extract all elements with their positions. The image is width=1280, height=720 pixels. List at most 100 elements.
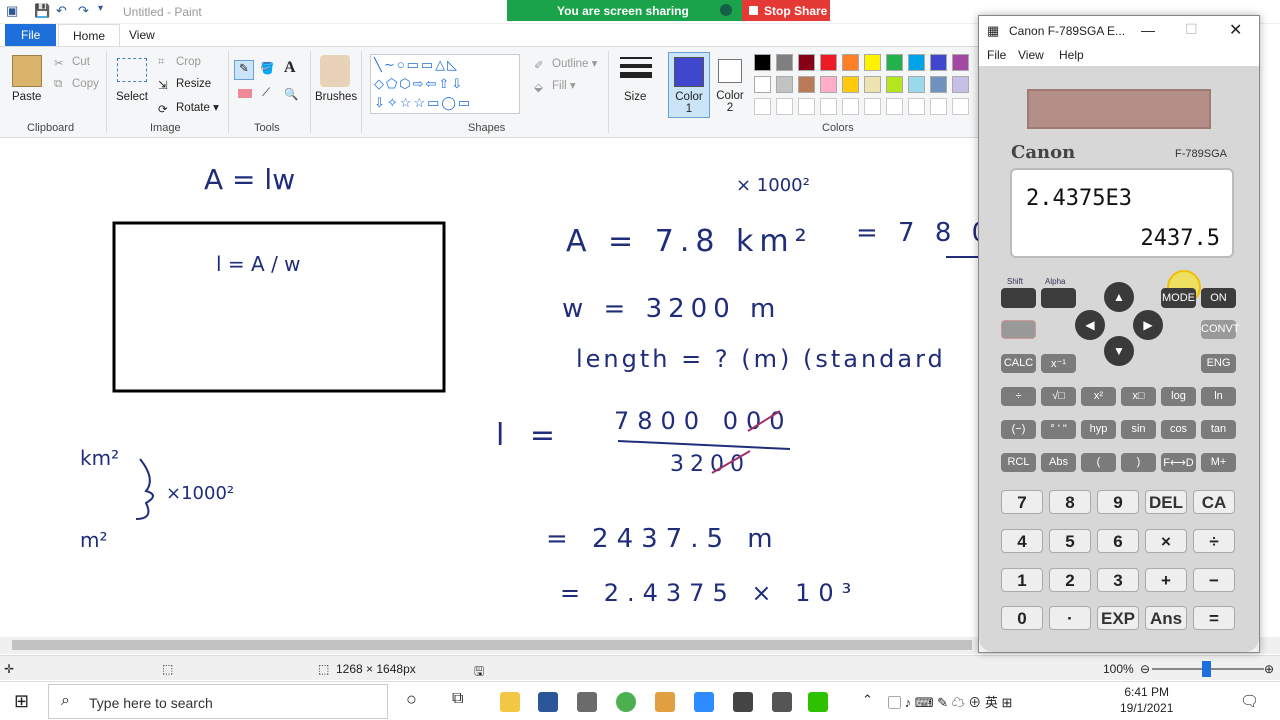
tab-view[interactable]: View: [115, 24, 169, 46]
text-tool-icon[interactable]: A: [284, 59, 296, 77]
function-key[interactable]: sin: [1121, 420, 1156, 439]
function-key[interactable]: log: [1161, 387, 1196, 406]
pencil-icon[interactable]: ✎: [234, 60, 254, 80]
brushes-icon[interactable]: [320, 55, 350, 87]
calc-menu-file[interactable]: File: [987, 48, 1006, 62]
brushes-button[interactable]: Brushes: [315, 91, 357, 103]
taskbar-search[interactable]: ⌕ Type here to search: [48, 684, 388, 719]
paste-button[interactable]: Paste: [12, 91, 41, 103]
cortana-icon[interactable]: ○: [406, 689, 417, 710]
recorder-icon[interactable]: [772, 692, 792, 712]
eraser-icon[interactable]: [238, 89, 252, 98]
select-button[interactable]: Select: [116, 91, 148, 103]
notification-icon[interactable]: 🗨: [1240, 692, 1259, 710]
color-swatch[interactable]: [908, 76, 925, 93]
memory-key[interactable]: (: [1081, 453, 1116, 472]
convt-key[interactable]: CONVT: [1201, 320, 1240, 339]
color-swatch[interactable]: [886, 76, 903, 93]
keypad-key[interactable]: 1: [1001, 568, 1043, 592]
color-swatch[interactable]: [952, 54, 969, 71]
custom-color-swatch[interactable]: [754, 98, 771, 115]
function-key[interactable]: ÷: [1001, 387, 1036, 406]
memory-key[interactable]: Abs: [1041, 453, 1076, 472]
rotate-button[interactable]: ⟳ Rotate ▾: [158, 100, 219, 116]
keypad-key[interactable]: 8: [1049, 490, 1091, 514]
color-swatch[interactable]: [842, 76, 859, 93]
color1-button[interactable]: Color 1: [668, 52, 710, 118]
function-key[interactable]: √□: [1041, 387, 1076, 406]
tray-icons[interactable]: ▢ ♪ ⌨ ✎ ☁ ⊕ 英 ⊞: [888, 692, 1012, 711]
app-icon[interactable]: [577, 692, 597, 712]
keypad-key[interactable]: 6: [1097, 529, 1139, 553]
scrollbar-thumb[interactable]: [12, 640, 972, 650]
on-key[interactable]: ON: [1201, 288, 1236, 308]
function-key[interactable]: hyp: [1081, 420, 1116, 439]
custom-color-swatch[interactable]: [798, 98, 815, 115]
color-swatch[interactable]: [798, 54, 815, 71]
up-arrow-icon[interactable]: ▲: [1104, 282, 1134, 312]
size-button[interactable]: Size: [624, 91, 646, 103]
right-arrow-icon[interactable]: ▶: [1133, 310, 1163, 340]
word-icon[interactable]: [538, 692, 558, 712]
close-icon[interactable]: ✕: [1229, 20, 1242, 40]
color-swatch[interactable]: [952, 76, 969, 93]
redo-icon[interactable]: ↷: [78, 3, 89, 19]
color-swatch[interactable]: [776, 54, 793, 71]
customize-dropdown-icon[interactable]: ▾: [98, 3, 103, 14]
keypad-key[interactable]: ·: [1049, 606, 1091, 630]
chevron-up-icon[interactable]: ⌃: [862, 692, 873, 708]
zoom-icon[interactable]: [694, 692, 714, 712]
memory-key[interactable]: F⟷D: [1161, 453, 1196, 472]
function-key[interactable]: x□: [1121, 387, 1156, 406]
keypad-key[interactable]: DEL: [1145, 490, 1187, 514]
tab-home[interactable]: Home: [58, 24, 121, 46]
keypad-key[interactable]: 2: [1049, 568, 1091, 592]
tab-file[interactable]: File: [5, 24, 57, 46]
color-swatch[interactable]: [908, 54, 925, 71]
custom-color-swatch[interactable]: [776, 98, 793, 115]
custom-color-swatch[interactable]: [930, 98, 947, 115]
custom-color-swatch[interactable]: [842, 98, 859, 115]
down-arrow-icon[interactable]: ▼: [1104, 336, 1134, 366]
color2-button[interactable]: Color 2: [714, 52, 746, 118]
paint-canvas[interactable]: A = lw l = A / w × 1000² A = 7.8 km² = 7…: [0, 139, 980, 637]
undo-icon[interactable]: ↶: [56, 3, 67, 19]
keypad-key[interactable]: CA: [1193, 490, 1235, 514]
wechat-icon[interactable]: [808, 692, 828, 712]
paste-icon[interactable]: [12, 55, 42, 87]
color-swatch[interactable]: [864, 76, 881, 93]
reciprocal-key[interactable]: x⁻¹: [1041, 354, 1076, 373]
function-key[interactable]: cos: [1161, 420, 1196, 439]
keypad-key[interactable]: =: [1193, 606, 1235, 630]
left-arrow-icon[interactable]: ◀: [1075, 310, 1105, 340]
keypad-key[interactable]: Ans: [1145, 606, 1187, 630]
memory-key[interactable]: RCL: [1001, 453, 1036, 472]
shapes-gallery[interactable]: ╲∼○▭▭△◺ ◇⬠⬡⇨⇦⇧⇩ ⇩✧☆☆▭◯▭: [370, 54, 520, 114]
function-key[interactable]: (−): [1001, 420, 1036, 439]
keypad-key[interactable]: 0: [1001, 606, 1043, 630]
color-swatch[interactable]: [930, 76, 947, 93]
outline-button[interactable]: ✐ Outline ▾: [534, 56, 597, 72]
eng-key[interactable]: ENG: [1201, 354, 1236, 373]
color-swatch[interactable]: [842, 54, 859, 71]
copy-button[interactable]: ⧉ Copy: [54, 78, 99, 90]
function-key[interactable]: tan: [1201, 420, 1236, 439]
color-swatch[interactable]: [820, 76, 837, 93]
calc-menu-help[interactable]: Help: [1059, 48, 1084, 62]
keypad-key[interactable]: 9: [1097, 490, 1139, 514]
drawing-area[interactable]: A = lw l = A / w × 1000² A = 7.8 km² = 7…: [0, 139, 980, 637]
color-swatch[interactable]: [820, 54, 837, 71]
color-swatch[interactable]: [776, 76, 793, 93]
paint-icon[interactable]: [655, 692, 675, 712]
color-swatch[interactable]: [754, 54, 771, 71]
color-picker-icon[interactable]: ⟋: [262, 87, 270, 100]
chrome-icon[interactable]: [616, 692, 636, 712]
taskbar-clock[interactable]: 6:41 PM 19/1/2021: [1120, 684, 1173, 716]
windows-start-icon[interactable]: ⊞: [14, 691, 29, 712]
zoom-slider-thumb[interactable]: [1202, 661, 1211, 677]
color-swatch[interactable]: [754, 76, 771, 93]
keypad-key[interactable]: ×: [1145, 529, 1187, 553]
minimize-icon[interactable]: —: [1141, 22, 1155, 38]
mode-key[interactable]: MODE: [1161, 288, 1196, 308]
select-icon[interactable]: [117, 58, 147, 82]
